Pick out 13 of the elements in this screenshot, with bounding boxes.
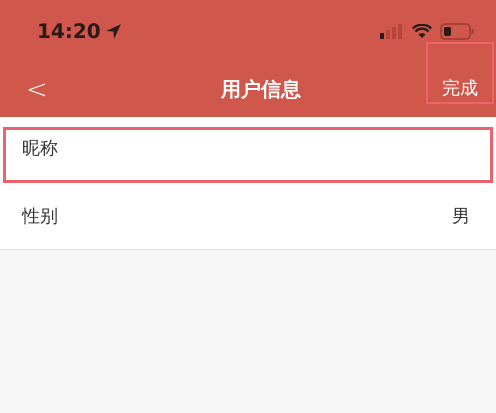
row-label: 昵称	[22, 137, 58, 160]
battery-icon	[440, 22, 474, 40]
status-time: 14:20	[37, 19, 101, 43]
signal-icon	[380, 23, 404, 39]
back-button[interactable]: <	[18, 74, 56, 104]
row-label: 性别	[22, 205, 58, 228]
row-value: 男	[452, 205, 470, 228]
page-title: 用户信息	[220, 76, 301, 103]
form-row[interactable]: 性别 男	[3, 183, 493, 249]
form-row[interactable]: 昵称	[3, 127, 493, 183]
location-arrow-icon	[104, 22, 122, 40]
wifi-icon	[412, 24, 432, 38]
done-button[interactable]: 完成	[426, 42, 494, 104]
